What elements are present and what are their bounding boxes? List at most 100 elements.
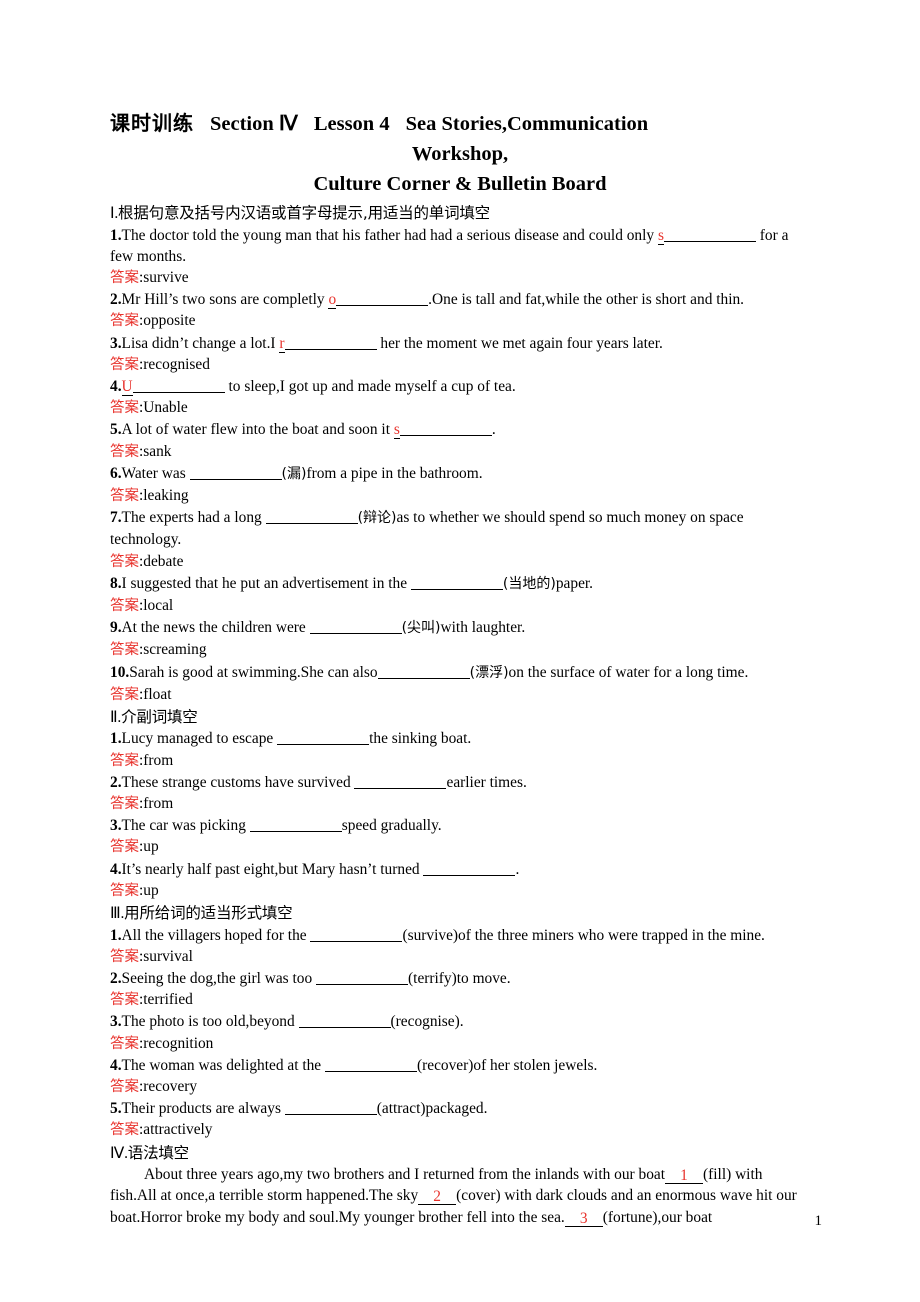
answer-item: 答案:leaking — [110, 485, 810, 507]
answer-item: 答案:from — [110, 750, 810, 772]
section-heading-text: 介副词填空 — [121, 707, 198, 726]
question-item: 1.The doctor told the young man that his… — [110, 225, 810, 267]
answer-value: from — [143, 795, 174, 813]
answer-item: 答案:recognised — [110, 354, 810, 376]
question-item: 7.The experts had a long (辩论)as to wheth… — [110, 507, 810, 550]
answer-item: 答案:up — [110, 836, 810, 858]
document-page: 课时训练 Section Ⅳ Lesson 4 Sea Stories,Communi… — [0, 0, 920, 1302]
answer-blank[interactable] — [298, 1014, 391, 1029]
document-content: 课时训练 Section Ⅳ Lesson 4 Sea Stories,Communi… — [110, 108, 810, 1228]
answer-value: sank — [143, 442, 172, 460]
answer-blank[interactable] — [277, 731, 370, 746]
answer-blank[interactable] — [284, 336, 377, 350]
sections-container: Ⅰ.根据句意及括号内汉语或首字母提示,用适当的单词填空 1.The doctor … — [110, 203, 810, 1228]
answer-blank[interactable] — [310, 928, 403, 942]
chinese-clue: (漂浮) — [469, 664, 509, 681]
question-number: 4. — [110, 1056, 122, 1074]
question-item: 1.Lucy managed to escape the sinking boa… — [110, 728, 810, 749]
question-text: Lisa didn’t change a lot.I — [121, 334, 280, 352]
numbered-blank[interactable]: 1 — [665, 1168, 704, 1185]
question-text: At the news the children were — [121, 619, 310, 637]
question-number: 6. — [110, 464, 122, 482]
answer-label: 答案 — [110, 313, 139, 330]
question-number: 3. — [110, 1013, 122, 1031]
question-text: (fortune),our boat — [602, 1208, 713, 1226]
answer-label: 答案 — [110, 1122, 139, 1139]
section-heading: Ⅲ.用所给词的适当形式填空 — [110, 903, 810, 925]
page-title: 课时训练 Section Ⅳ Lesson 4 Sea Stories,Communi… — [110, 108, 810, 199]
answer-label: 答案 — [110, 796, 139, 813]
answer-blank[interactable] — [284, 1101, 377, 1116]
title-section: Section Ⅳ — [210, 113, 298, 135]
chinese-clue: (辩论) — [357, 510, 397, 527]
answer-value: recovery — [143, 1078, 198, 1096]
question-text: The doctor told the young man that his f… — [121, 226, 658, 244]
answer-blank[interactable] — [377, 665, 470, 679]
answer-blank[interactable] — [410, 576, 503, 590]
answer-blank[interactable] — [249, 818, 342, 833]
numbered-blank[interactable]: 2 — [418, 1189, 457, 1206]
answer-value: up — [143, 838, 159, 856]
answer-value: recognition — [143, 1034, 214, 1052]
question-text: Lucy managed to escape — [121, 730, 278, 748]
answer-label: 答案 — [110, 553, 139, 570]
answer-blank[interactable] — [265, 510, 358, 525]
answer-blank[interactable] — [336, 292, 429, 307]
question-text: (recognise). — [390, 1013, 464, 1031]
answer-blank[interactable] — [354, 775, 447, 789]
question-number: 1. — [110, 926, 122, 944]
answer-item: 答案:up — [110, 880, 810, 902]
section-number: Ⅳ. — [110, 1144, 128, 1162]
answer-item: 答案:Unable — [110, 397, 810, 419]
question-text: paper. — [555, 574, 594, 592]
question-text: her the moment we met again four years l… — [376, 334, 663, 352]
answer-blank[interactable] — [316, 971, 409, 985]
question-number: 4. — [110, 860, 122, 878]
answer-label: 答案 — [110, 597, 139, 614]
answer-value: screaming — [143, 641, 207, 659]
section-heading: Ⅱ.介副词填空 — [110, 707, 810, 729]
numbered-blank[interactable]: 3 — [564, 1210, 603, 1227]
grammar-passage: About three years ago,my two brothers an… — [110, 1164, 810, 1228]
answer-label: 答案 — [110, 839, 139, 856]
answer-value: leaking — [143, 486, 189, 504]
question-number: 5. — [110, 1100, 122, 1118]
answer-blank[interactable] — [309, 620, 402, 635]
question-item: 9.At the news the children were (尖叫)with… — [110, 617, 810, 639]
answer-blank[interactable] — [324, 1058, 417, 1072]
question-text: the sinking boat. — [369, 730, 472, 748]
question-item: 2.These strange customs have survived ea… — [110, 772, 810, 793]
title-topic: Sea Stories,Communication — [405, 113, 649, 135]
question-item: 1.All the villagers hoped for the (survi… — [110, 925, 810, 946]
answer-value: opposite — [143, 312, 196, 330]
question-text: I suggested that he put an advertisement… — [121, 574, 411, 592]
question-text: A lot of water flew into the boat and so… — [121, 421, 394, 439]
question-text: The woman was delighted at the — [121, 1056, 325, 1074]
answer-item: 答案:float — [110, 684, 810, 706]
chinese-clue: (当地的) — [502, 575, 556, 592]
answer-blank[interactable] — [189, 466, 282, 480]
question-item: 3.Lisa didn’t change a lot.I r her the m… — [110, 333, 810, 354]
question-item: 10.Sarah is good at swimming.She can als… — [110, 662, 810, 684]
answer-label: 答案 — [110, 752, 139, 769]
answer-blank[interactable] — [663, 228, 756, 242]
question-number: 4. — [110, 377, 122, 395]
section-number: Ⅰ. — [110, 205, 119, 222]
question-text: Seeing the dog,the girl was too — [121, 970, 317, 987]
question-item: 3.The photo is too old,beyond (recognise… — [110, 1011, 810, 1032]
answer-value: float — [143, 685, 172, 703]
question-number: 5. — [110, 421, 122, 439]
question-text: . — [515, 860, 520, 878]
answer-blank[interactable] — [132, 379, 225, 393]
question-item: 3.The car was picking speed gradually. — [110, 815, 810, 836]
question-text: with laughter. — [440, 619, 526, 637]
answer-blank[interactable] — [399, 422, 492, 437]
section-heading: Ⅳ.语法填空 — [110, 1143, 810, 1165]
question-item: 2.Seeing the dog,the girl was too (terri… — [110, 968, 810, 989]
answer-item: 答案:debate — [110, 551, 810, 573]
answer-item: 答案:from — [110, 793, 810, 815]
question-text: from a pipe in the bathroom. — [306, 464, 483, 482]
answer-label: 答案 — [110, 269, 139, 286]
answer-blank[interactable] — [423, 862, 516, 876]
answer-label: 答案 — [110, 948, 139, 965]
